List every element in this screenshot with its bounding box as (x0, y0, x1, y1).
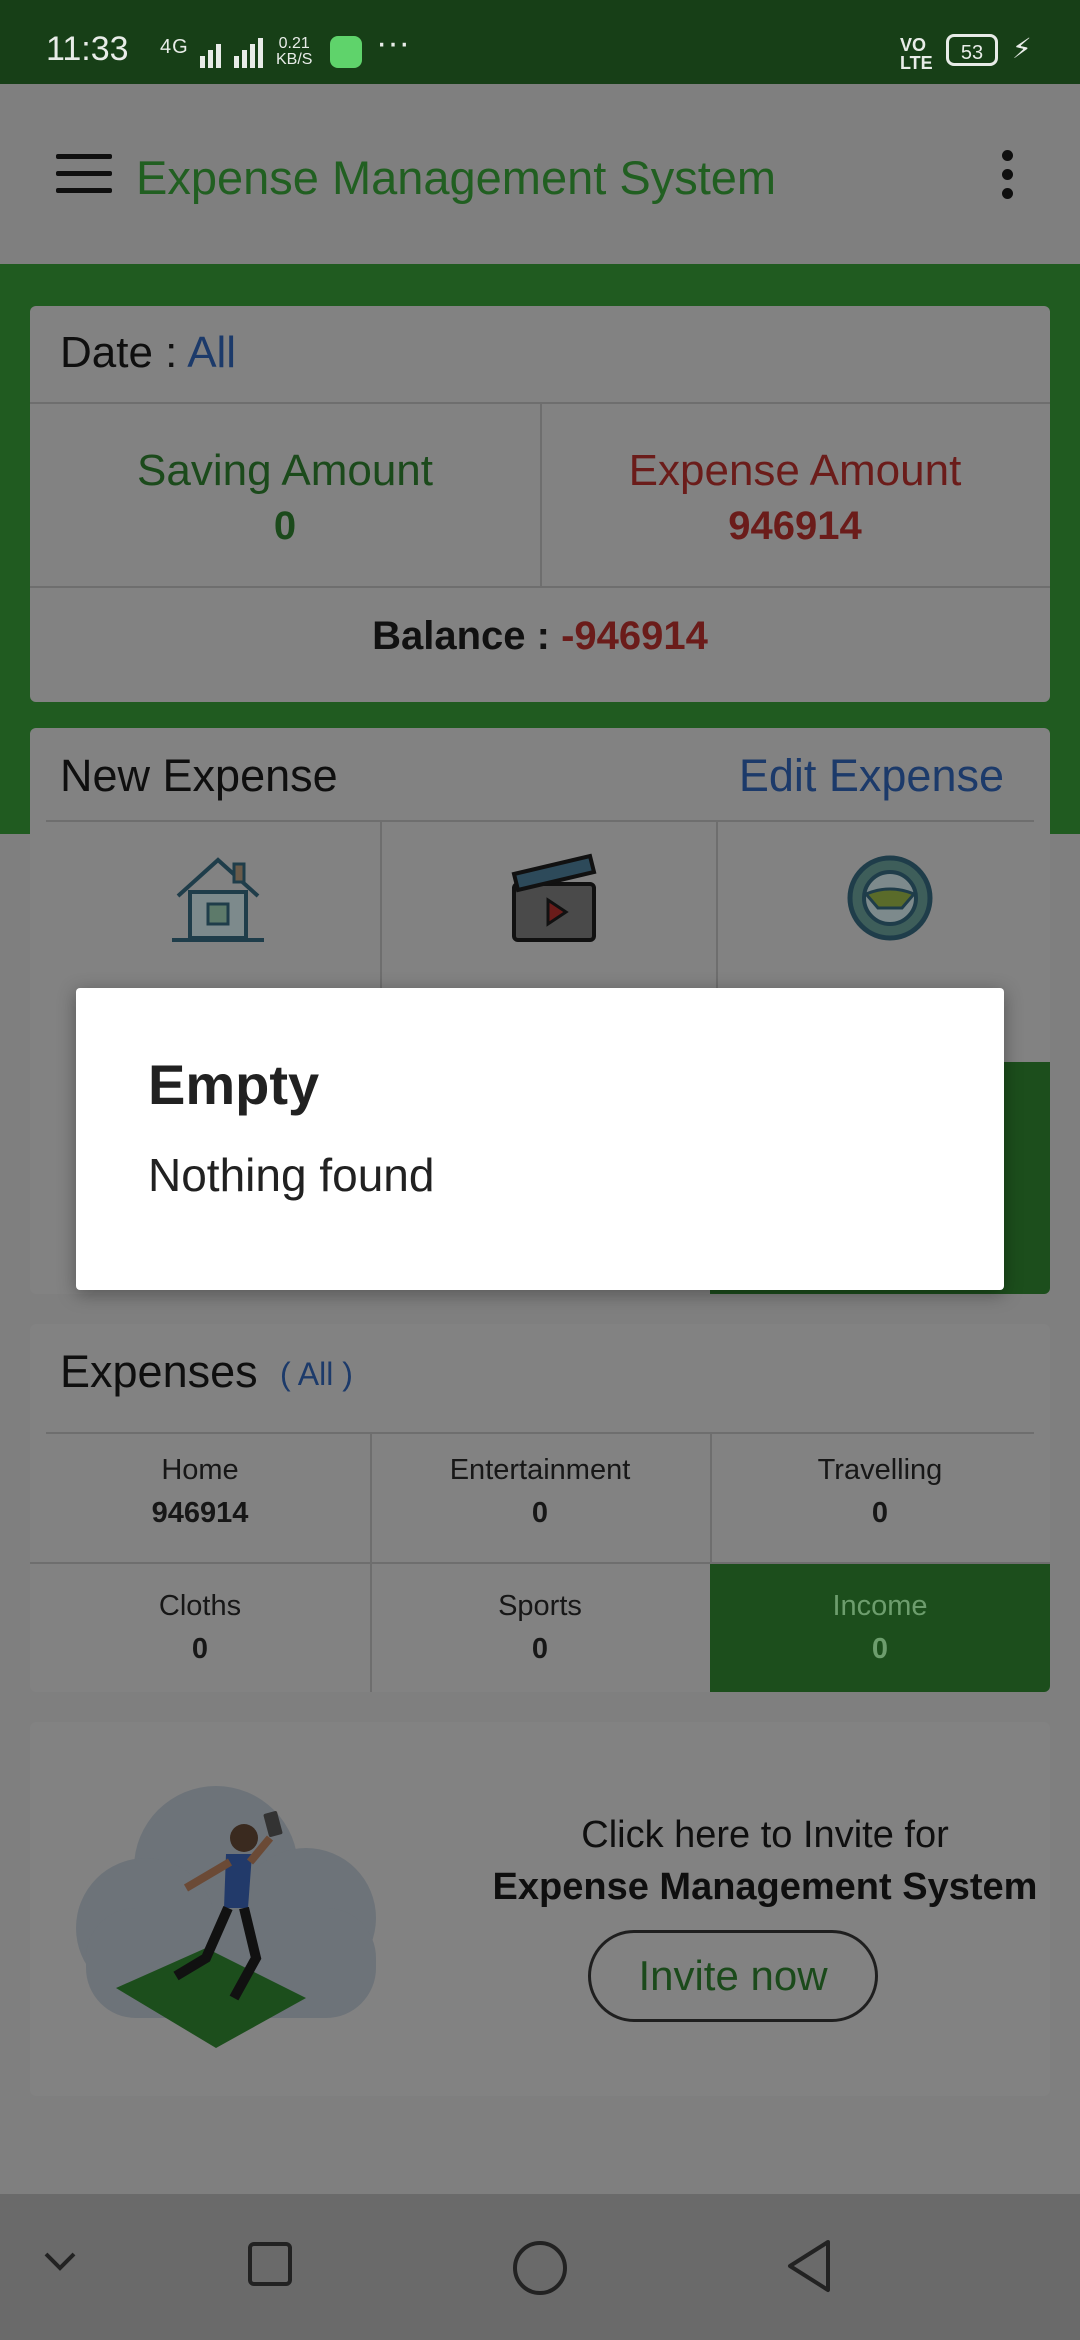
hamburger-menu-icon[interactable] (56, 154, 112, 194)
expense-cell-label: Sports (498, 1590, 582, 1622)
expense-cell-value: 0 (531, 1633, 549, 1665)
empty-dialog: Empty Nothing found (76, 988, 1004, 1290)
charging-icon: ⚡ (1012, 33, 1032, 64)
app-toolbar: Expense Management System (0, 84, 1080, 264)
expense-cell-value: 0 (871, 1633, 889, 1665)
expense-cell-income[interactable]: Income 0 (710, 1564, 1050, 1692)
date-label: Date : (60, 328, 188, 377)
invite-now-button[interactable]: Invite now (588, 1930, 878, 2022)
expense-cell-value: 0 (871, 1497, 889, 1529)
expense-cell-cloths[interactable]: Cloths 0 (30, 1590, 370, 1666)
network-type: 4G (160, 36, 189, 58)
date-filter[interactable]: Date : All (60, 328, 236, 378)
network-speed: 0.21 KB/S (276, 36, 312, 68)
house-icon[interactable] (168, 848, 268, 948)
status-bar: 11:33 4G 0.21 KB/S ··· VO LTE 53 ⚡ (0, 0, 1080, 84)
divider (46, 820, 1034, 822)
overflow-menu-icon[interactable] (1002, 150, 1014, 207)
dialog-message: Nothing found (148, 1149, 435, 1201)
expense-amount-label: Expense Amount (628, 446, 962, 495)
battery-icon: 53 (946, 34, 998, 66)
divider (30, 586, 1050, 588)
expense-cell-value: 0 (191, 1633, 209, 1665)
volte-indicator: VO LTE (900, 36, 933, 72)
date-value[interactable]: All (187, 328, 236, 377)
network-speed-value: 0.21 (278, 35, 310, 52)
home-icon[interactable] (510, 2238, 570, 2298)
expense-cell-sports[interactable]: Sports 0 (370, 1590, 710, 1666)
divider (46, 1432, 1034, 1434)
new-expense-title: New Expense (60, 750, 338, 801)
steering-wheel-icon[interactable] (840, 848, 940, 948)
expense-cell-label: Cloths (158, 1590, 242, 1622)
clapperboard-icon[interactable] (504, 848, 604, 948)
invite-text-line2: Expense Management System (492, 1866, 1038, 1908)
expense-cell-entertainment[interactable]: Entertainment 0 (370, 1454, 710, 1530)
app-title: Expense Management System (136, 151, 777, 204)
expenses-title: Expenses (60, 1346, 258, 1397)
expense-cell-label: Income (832, 1590, 928, 1622)
notification-app-icon (330, 36, 362, 68)
expense-cell-label: Home (161, 1454, 239, 1486)
saving-amount-value: 0 (273, 504, 297, 548)
more-notifications-icon: ··· (376, 24, 410, 62)
recent-apps-icon[interactable] (246, 2240, 294, 2288)
dialog-title: Empty (148, 1053, 320, 1116)
running-man-illustration (76, 1786, 376, 2048)
volte-bottom: LTE (900, 53, 933, 73)
network-speed-unit: KB/S (276, 51, 313, 68)
balance-row: Balance : -946914 (30, 614, 1050, 659)
status-time: 11:33 (46, 30, 129, 68)
balance-value: -946914 (561, 614, 708, 658)
expense-cell-value: 0 (531, 1497, 549, 1529)
chevron-down-icon[interactable] (40, 2246, 80, 2276)
invite-card[interactable]: Click here to Invite for Expense Managem… (30, 1722, 1050, 2096)
invite-text-line1: Click here to Invite for (581, 1814, 949, 1856)
expense-cell-label: Travelling (817, 1454, 943, 1486)
system-navigation-bar (0, 2194, 1080, 2340)
back-icon[interactable] (784, 2238, 838, 2294)
saving-amount-label: Saving Amount (137, 446, 433, 495)
expense-cell-label: Entertainment (449, 1454, 631, 1486)
balance-label: Balance : (372, 614, 562, 658)
volte-top: VO (900, 35, 927, 55)
expenses-filter: ( All ) (280, 1356, 353, 1392)
expense-amount-value: 946914 (728, 504, 862, 548)
expense-cell-travelling[interactable]: Travelling 0 (710, 1454, 1050, 1530)
expense-cell-home[interactable]: Home 946914 (30, 1454, 370, 1530)
summary-card: Date : All Saving Amount 0 Expense Amoun… (30, 306, 1050, 702)
signal-icon (200, 38, 263, 68)
expenses-card: Expenses ( All ) Home 946914 Entertainme… (30, 1324, 1050, 1692)
edit-expense-link[interactable]: Edit Expense (739, 750, 1004, 802)
expense-cell-value: 946914 (151, 1497, 249, 1529)
